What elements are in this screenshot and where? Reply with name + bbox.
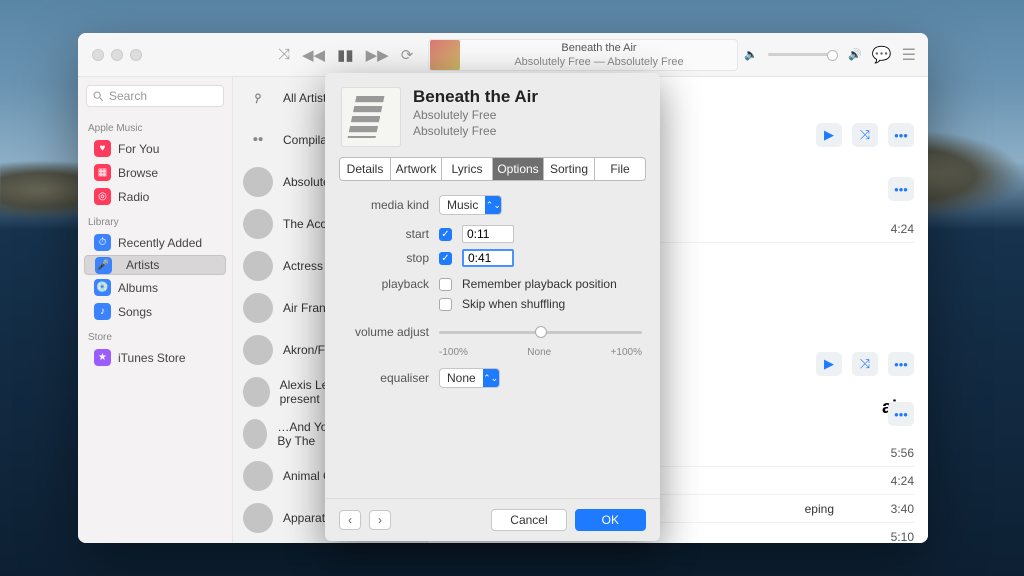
sidebar-item-albums[interactable]: 💿Albums bbox=[84, 276, 226, 299]
start-checkbox[interactable]: ✓ bbox=[439, 228, 452, 241]
sidebar-section-library: Library bbox=[78, 209, 232, 230]
chevron-updown-icon: ⌃⌄ bbox=[485, 196, 501, 214]
tab-sorting[interactable]: Sorting bbox=[544, 158, 595, 180]
now-playing[interactable]: Beneath the Air Absolutely Free — Absolu… bbox=[428, 39, 738, 71]
chevron-updown-icon: ⌃⌄ bbox=[483, 369, 499, 387]
list-icon[interactable]: ☰ bbox=[902, 45, 916, 65]
equaliser-select[interactable]: None⌃⌄ bbox=[439, 368, 500, 388]
sidebar-item-recent[interactable]: ⏱Recently Added bbox=[84, 231, 226, 254]
sidebar-item-label: Browse bbox=[118, 166, 158, 180]
prev-song-button[interactable]: ‹ bbox=[339, 510, 361, 530]
more-button[interactable]: ••• bbox=[888, 177, 914, 201]
dialog-tabs: Details Artwork Lyrics Options Sorting F… bbox=[339, 157, 646, 181]
sidebar-item-label: Recently Added bbox=[118, 236, 202, 250]
volume-slider[interactable] bbox=[768, 53, 838, 56]
search-input[interactable]: Search bbox=[86, 85, 224, 107]
label-stop: stop bbox=[343, 251, 429, 265]
shuffle-icon[interactable]: ⤨ bbox=[278, 46, 290, 64]
start-input[interactable] bbox=[462, 225, 514, 243]
dialog-album: Absolutely Free bbox=[413, 123, 538, 139]
tab-lyrics[interactable]: Lyrics bbox=[442, 158, 493, 180]
tab-details[interactable]: Details bbox=[340, 158, 391, 180]
search-placeholder: Search bbox=[109, 89, 147, 103]
label-playback: playback bbox=[343, 277, 429, 291]
sidebar: Search Apple Music ♥For You ▦Browse ◎Rad… bbox=[78, 77, 233, 543]
sidebar-item-label: Albums bbox=[118, 281, 158, 295]
lyrics-icon[interactable]: 💬 bbox=[872, 45, 892, 65]
label-start: start bbox=[343, 227, 429, 241]
media-kind-select[interactable]: Music⌃⌄ bbox=[439, 195, 502, 215]
more-button[interactable]: ••• bbox=[888, 123, 914, 147]
sidebar-item-artists[interactable]: 🎤Artists bbox=[84, 255, 226, 275]
tab-file[interactable]: File bbox=[595, 158, 645, 180]
transport-controls: ⤨ ◀◀ ▮▮ ▶▶ ⟳ bbox=[278, 46, 413, 64]
sidebar-item-foryou[interactable]: ♥For You bbox=[84, 137, 226, 160]
more-button[interactable]: ••• bbox=[888, 402, 914, 426]
cancel-button[interactable]: Cancel bbox=[491, 509, 566, 531]
titlebar: ⤨ ◀◀ ▮▮ ▶▶ ⟳ Beneath the Air Absolutely … bbox=[78, 33, 928, 77]
nowplaying-title: Beneath the Air bbox=[461, 41, 737, 55]
stop-checkbox[interactable]: ✓ bbox=[439, 252, 452, 265]
sidebar-item-radio[interactable]: ◎Radio bbox=[84, 185, 226, 208]
sidebar-item-browse[interactable]: ▦Browse bbox=[84, 161, 226, 184]
dialog-artwork bbox=[341, 87, 401, 147]
play-button[interactable]: ▶ bbox=[816, 352, 842, 376]
sidebar-item-label: iTunes Store bbox=[118, 351, 186, 365]
volume-low-icon: 🔈 bbox=[744, 48, 758, 61]
dialog-title: Beneath the Air bbox=[413, 87, 538, 107]
sidebar-item-label: Songs bbox=[118, 305, 152, 319]
stop-input[interactable] bbox=[462, 249, 514, 267]
volume-high-icon: 🔊 bbox=[848, 48, 862, 61]
sidebar-section-apple: Apple Music bbox=[78, 115, 232, 136]
song-info-dialog: Beneath the Air Absolutely Free Absolute… bbox=[325, 73, 660, 541]
traffic-lights[interactable] bbox=[78, 49, 142, 61]
label-skip: Skip when shuffling bbox=[462, 297, 565, 311]
next-song-button[interactable]: › bbox=[369, 510, 391, 530]
ok-button[interactable]: OK bbox=[575, 509, 646, 531]
sidebar-item-label: Radio bbox=[118, 190, 149, 204]
repeat-icon[interactable]: ⟳ bbox=[401, 46, 414, 64]
dialog-artist: Absolutely Free bbox=[413, 107, 538, 123]
next-icon[interactable]: ▶▶ bbox=[366, 46, 389, 64]
more-button[interactable]: ••• bbox=[888, 352, 914, 376]
label-remember: Remember playback position bbox=[462, 277, 617, 291]
pause-icon[interactable]: ▮▮ bbox=[337, 46, 354, 64]
label-media-kind: media kind bbox=[343, 198, 429, 212]
tab-options[interactable]: Options bbox=[493, 158, 544, 180]
nowplaying-subtitle: Absolutely Free — Absolutely Free bbox=[461, 55, 737, 69]
skip-checkbox[interactable] bbox=[439, 298, 452, 311]
label-volume: volume adjust bbox=[343, 325, 429, 339]
tab-artwork[interactable]: Artwork bbox=[391, 158, 442, 180]
volume-adjust-slider[interactable] bbox=[439, 321, 642, 343]
sidebar-item-label: Artists bbox=[119, 258, 166, 272]
shuffle-button[interactable]: ⤨ bbox=[852, 352, 878, 376]
sidebar-section-store: Store bbox=[78, 324, 232, 345]
sidebar-item-label: For You bbox=[118, 142, 159, 156]
label-equaliser: equaliser bbox=[343, 371, 429, 385]
sidebar-item-itunes[interactable]: ★iTunes Store bbox=[84, 346, 226, 369]
remember-checkbox[interactable] bbox=[439, 278, 452, 291]
shuffle-button[interactable]: ⤨ bbox=[852, 123, 878, 147]
nowplaying-art bbox=[430, 40, 460, 70]
sidebar-item-songs[interactable]: ♪Songs bbox=[84, 300, 226, 323]
prev-icon[interactable]: ◀◀ bbox=[302, 46, 325, 64]
play-button[interactable]: ▶ bbox=[816, 123, 842, 147]
